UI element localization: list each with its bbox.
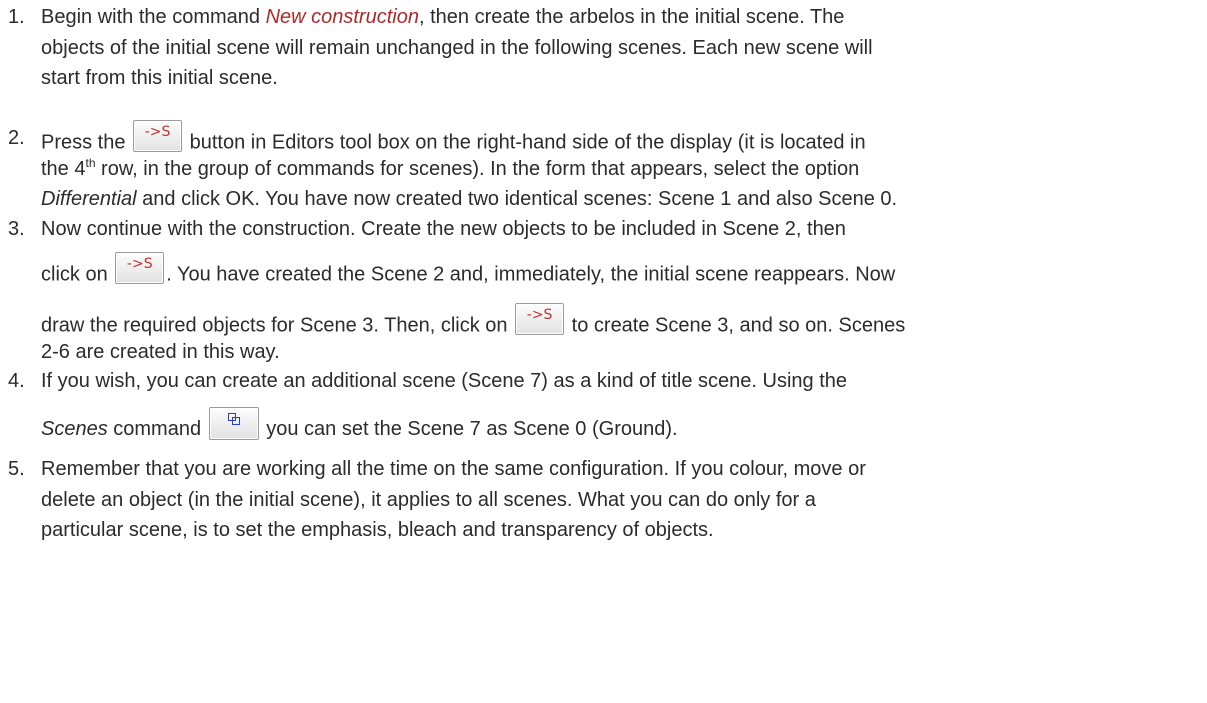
scene-button-label: ->S [144, 124, 171, 140]
scene-button[interactable]: ->S [133, 120, 183, 152]
text-line: draw the required objects for Scene 3. T… [41, 303, 906, 342]
scene-button-label: ->S [126, 256, 153, 272]
superscript: th [85, 156, 96, 170]
scene-button[interactable]: ->S [515, 303, 565, 335]
option-differential: Differential [41, 188, 137, 210]
item-number: 5. [8, 458, 25, 480]
text: draw the required objects for Scene 3. T… [41, 314, 514, 337]
text: you can set the Scene 7 as Scene 0 (Grou… [260, 417, 678, 440]
item-number: 2. [8, 127, 25, 149]
text-line: 2-6 are created in this way. [41, 341, 280, 363]
text-line: Press the ->S button in Editors tool box… [41, 120, 866, 159]
scene-button[interactable]: ->S [115, 252, 165, 284]
text-line: delete an object (in the initial scene),… [41, 489, 816, 511]
text-line: Differential and click OK. You have now … [41, 188, 897, 211]
scenes-button[interactable] [208, 407, 259, 440]
item-number: 4. [8, 370, 25, 392]
item-number: 1. [8, 6, 25, 28]
text: , then create the arbelos in the initial… [418, 6, 845, 28]
text-line: particular scene, is to set the emphasis… [41, 519, 714, 541]
command-name-scenes: Scenes [41, 417, 108, 440]
text-line: Scenes command you can set the Scene 7 a… [41, 407, 678, 446]
text-line: click on ->S . You have created the Scene… [41, 252, 896, 291]
item-number: 3. [8, 218, 25, 240]
text: click on [41, 263, 114, 286]
overlapping-squares-icon [227, 413, 240, 425]
text: and click OK. You have now created two i… [136, 188, 898, 210]
text: Begin with the command [41, 6, 266, 28]
text: Press the [41, 131, 132, 154]
text: to create Scene 3, and so on. Scenes [566, 314, 906, 337]
text-line: Remember that you are working all the ti… [41, 458, 866, 480]
text-line: Now continue with the construction. Crea… [41, 218, 846, 240]
text-line: objects of the initial scene will remain… [41, 37, 873, 59]
text: row, in the group of commands for scenes… [95, 158, 860, 180]
scene-button-label: ->S [526, 307, 553, 323]
text: command [107, 417, 207, 440]
text-line: Begin with the command New construction,… [41, 6, 844, 29]
command-name-new-construction: New construction [265, 6, 419, 28]
text: button in Editors tool box on the right-… [184, 131, 866, 154]
text-line: the 4th row, in the group of commands fo… [41, 156, 860, 181]
text: the 4 [41, 158, 86, 180]
text-line: start from this initial scene. [41, 67, 278, 89]
text: . You have created the Scene 2 and, imme… [166, 263, 896, 286]
text-line: If you wish, you can create an additiona… [41, 370, 848, 392]
